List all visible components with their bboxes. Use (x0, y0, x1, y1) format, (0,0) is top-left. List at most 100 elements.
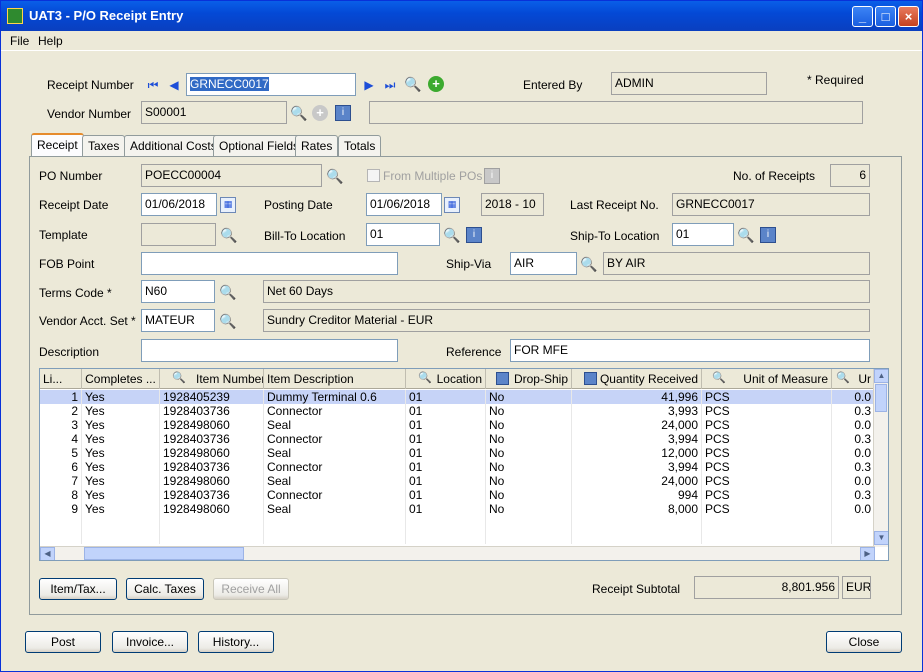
scroll-down-button[interactable]: ▼ (874, 531, 888, 545)
posting-date-calendar-icon[interactable]: ▦ (444, 197, 460, 213)
completes-cell[interactable]: Yes (82, 474, 160, 488)
ship-to-finder-icon[interactable]: 🔍 (737, 227, 754, 243)
tab-rates[interactable]: Rates (295, 135, 339, 157)
drop-ship-cell[interactable]: No (486, 390, 572, 404)
drop-ship-cell[interactable]: No (486, 418, 572, 432)
line-cell[interactable]: 3 (40, 418, 82, 432)
line-cell[interactable]: 9 (40, 502, 82, 516)
tab-totals[interactable]: Totals (338, 135, 382, 157)
item-number-cell[interactable]: 1928498060 (160, 502, 264, 516)
table-row[interactable]: 6 Yes 1928403736 Connector 01 No 3,994 PCS 0.3 (40, 460, 875, 474)
col-drop-ship[interactable]: Drop-Ship (486, 369, 572, 389)
quantity-cell[interactable]: 41,996 (572, 390, 702, 404)
unit-cost-cell[interactable]: 0.0 (832, 390, 875, 404)
table-row[interactable]: 9 Yes 1928498060 Seal 01 No 8,000 PCS 0.0 (40, 502, 875, 516)
completes-cell[interactable]: Yes (82, 418, 160, 432)
item-description-cell[interactable]: Seal (264, 474, 406, 488)
unit-cost-cell[interactable]: 0.0 (832, 446, 875, 460)
col-unit-of-measure[interactable]: 🔍 Unit of Measure (702, 369, 832, 389)
unit-cost-cell[interactable]: 0.3 (832, 460, 875, 474)
history-button[interactable]: History... (198, 631, 274, 653)
ship-via-input[interactable]: AIR (510, 252, 577, 275)
drop-ship-cell[interactable]: No (486, 404, 572, 418)
uom-cell[interactable]: PCS (702, 446, 832, 460)
item-number-cell[interactable]: 1928403736 (160, 460, 264, 474)
tab-optional-fields[interactable]: Optional Fields (213, 135, 306, 157)
item-description-cell[interactable]: Connector (264, 460, 406, 474)
quantity-cell[interactable]: 3,994 (572, 460, 702, 474)
quantity-cell[interactable]: 24,000 (572, 418, 702, 432)
drop-ship-cell[interactable]: No (486, 474, 572, 488)
uom-cell[interactable]: PCS (702, 502, 832, 516)
posting-date-input[interactable]: 01/06/2018 (366, 193, 442, 216)
col-location[interactable]: 🔍 Location (406, 369, 486, 389)
table-row[interactable]: 1 Yes 1928405239 Dummy Terminal 0.6 01 No 41,9… (40, 390, 875, 404)
col-unit-cost[interactable]: 🔍 Ur (832, 369, 875, 389)
line-cell[interactable]: 6 (40, 460, 82, 474)
line-cell[interactable]: 4 (40, 432, 82, 446)
close-button[interactable]: Close (826, 631, 902, 653)
table-row[interactable]: 8 Yes 1928403736 Connector 01 No 994 PCS 0.3 (40, 488, 875, 502)
vertical-scroll-thumb[interactable] (875, 384, 887, 412)
line-cell[interactable]: 2 (40, 404, 82, 418)
item-description-cell[interactable]: Connector (264, 432, 406, 446)
uom-cell[interactable]: PCS (702, 474, 832, 488)
item-description-cell[interactable]: Seal (264, 446, 406, 460)
reference-input[interactable]: FOR MFE (510, 339, 870, 362)
vendor-acct-set-input[interactable]: MATEUR (141, 309, 215, 332)
unit-cost-cell[interactable]: 0.3 (832, 488, 875, 502)
receive-all-button[interactable]: Receive All (213, 578, 289, 600)
item-description-cell[interactable]: Seal (264, 502, 406, 516)
description-input[interactable] (141, 339, 398, 362)
uom-cell[interactable]: PCS (702, 390, 832, 404)
item-description-cell[interactable]: Seal (264, 418, 406, 432)
grid-horizontal-scrollbar[interactable]: ◀ ▶ (40, 546, 875, 560)
horizontal-scroll-thumb[interactable] (84, 547, 244, 560)
item-number-cell[interactable]: 1928403736 (160, 404, 264, 418)
fob-point-input[interactable] (141, 252, 398, 275)
line-cell[interactable]: 7 (40, 474, 82, 488)
scroll-left-button[interactable]: ◀ (40, 547, 55, 560)
maximize-button[interactable]: □ (875, 6, 896, 27)
completes-cell[interactable]: Yes (82, 432, 160, 446)
previous-record-icon[interactable]: ◀ (166, 77, 182, 93)
drop-ship-cell[interactable]: No (486, 502, 572, 516)
completes-cell[interactable]: Yes (82, 488, 160, 502)
completes-cell[interactable]: Yes (82, 446, 160, 460)
terms-code-finder-icon[interactable]: 🔍 (219, 284, 236, 300)
menu-help[interactable]: Help (38, 34, 63, 48)
location-cell[interactable]: 01 (406, 432, 486, 446)
col-item-number[interactable]: 🔍 Item Number (160, 369, 264, 389)
quantity-cell[interactable]: 12,000 (572, 446, 702, 460)
col-quantity-received[interactable]: Quantity Received (572, 369, 702, 389)
invoice-button[interactable]: Invoice... (112, 631, 188, 653)
receipt-finder-icon[interactable]: 🔍 (404, 76, 421, 92)
drop-ship-cell[interactable]: No (486, 446, 572, 460)
completes-cell[interactable]: Yes (82, 502, 160, 516)
uom-cell[interactable]: PCS (702, 432, 832, 446)
vendor-info-icon[interactable]: i (335, 105, 351, 121)
quantity-cell[interactable]: 3,993 (572, 404, 702, 418)
table-row[interactable]: 3 Yes 1928498060 Seal 01 No 24,000 PCS 0.0 (40, 418, 875, 432)
tab-receipt[interactable]: Receipt (31, 133, 84, 158)
item-description-cell[interactable]: Connector (264, 488, 406, 502)
quantity-cell[interactable]: 8,000 (572, 502, 702, 516)
location-cell[interactable]: 01 (406, 404, 486, 418)
col-completes[interactable]: Completes ... (82, 369, 160, 389)
location-cell[interactable]: 01 (406, 446, 486, 460)
location-cell[interactable]: 01 (406, 418, 486, 432)
vendor-acct-set-finder-icon[interactable]: 🔍 (219, 313, 236, 329)
item-number-cell[interactable]: 1928403736 (160, 488, 264, 502)
completes-cell[interactable]: Yes (82, 460, 160, 474)
ship-to-info-icon[interactable]: i (760, 227, 776, 243)
bill-to-finder-icon[interactable]: 🔍 (443, 227, 460, 243)
location-cell[interactable]: 01 (406, 474, 486, 488)
item-description-cell[interactable]: Connector (264, 404, 406, 418)
table-row[interactable]: 4 Yes 1928403736 Connector 01 No 3,994 PCS 0.3 (40, 432, 875, 446)
line-cell[interactable]: 5 (40, 446, 82, 460)
col-line[interactable]: Li... (40, 369, 82, 389)
receipt-lines-grid[interactable]: Li... Completes ... 🔍 Item Number Item De… (39, 368, 889, 561)
menu-file[interactable]: File (10, 34, 29, 48)
quantity-cell[interactable]: 3,994 (572, 432, 702, 446)
table-row[interactable]: 7 Yes 1928498060 Seal 01 No 24,000 PCS 0.0 (40, 474, 875, 488)
